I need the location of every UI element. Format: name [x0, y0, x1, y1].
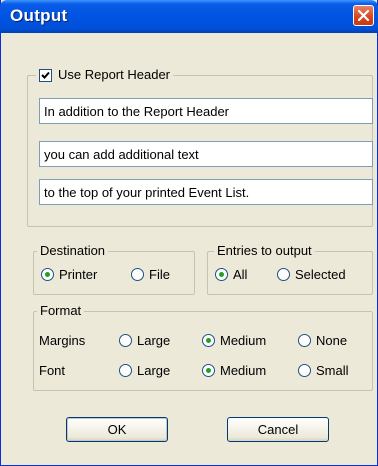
cancel-button[interactable]: Cancel: [227, 417, 329, 442]
margins-label: Margins: [39, 333, 86, 348]
margins-none-label: None: [316, 333, 348, 348]
radio-button[interactable]: [215, 268, 228, 281]
radio-button[interactable]: [131, 268, 144, 281]
header-line-1-input[interactable]: In addition to the Report Header: [39, 98, 373, 124]
font-small-radio[interactable]: Small: [298, 363, 349, 378]
radio-button[interactable]: [277, 268, 290, 281]
output-dialog: Output Use Report Header In addition to …: [0, 0, 378, 466]
destination-printer-label: Printer: [59, 267, 98, 282]
margins-medium-label: Medium: [220, 333, 267, 348]
format-legend: Format: [37, 303, 85, 319]
font-label: Font: [39, 363, 66, 378]
radio-button[interactable]: [41, 268, 54, 281]
checkmark-icon: [41, 71, 50, 79]
radio-button[interactable]: [119, 334, 132, 347]
font-large-label: Large: [137, 363, 171, 378]
header-line-1-value: In addition to the Report Header: [44, 104, 230, 119]
font-small-label: Small: [316, 363, 349, 378]
ok-button[interactable]: OK: [66, 417, 168, 442]
header-line-2-value: you can add additional text: [44, 147, 199, 162]
entries-selected-radio[interactable]: Selected: [277, 267, 346, 282]
font-medium-label: Medium: [220, 363, 267, 378]
radio-button[interactable]: [298, 364, 311, 377]
entries-legend: Entries to output: [214, 243, 315, 259]
format-group: Format: [33, 303, 373, 391]
use-report-header-option[interactable]: Use Report Header: [36, 67, 173, 83]
margins-large-label: Large: [137, 333, 171, 348]
use-report-header-label: Use Report Header: [58, 67, 170, 82]
font-medium-radio[interactable]: Medium: [202, 363, 266, 378]
margins-large-radio[interactable]: Large: [119, 333, 170, 348]
destination-file-label: File: [149, 267, 170, 282]
radio-button[interactable]: [298, 334, 311, 347]
entries-all-label: All: [233, 267, 248, 282]
close-icon: [358, 10, 369, 21]
radio-button[interactable]: [202, 364, 215, 377]
close-button[interactable]: [353, 5, 374, 26]
font-large-radio[interactable]: Large: [119, 363, 170, 378]
title-bar[interactable]: Output: [0, 0, 378, 33]
entries-all-radio[interactable]: All: [215, 267, 247, 282]
entries-selected-label: Selected: [295, 267, 346, 282]
header-line-3-value: to the top of your printed Event List.: [44, 185, 250, 200]
window-title: Output: [10, 6, 68, 25]
destination-legend: Destination: [37, 243, 109, 259]
destination-file-radio[interactable]: File: [131, 267, 170, 282]
destination-printer-radio[interactable]: Printer: [41, 267, 97, 282]
radio-button[interactable]: [202, 334, 215, 347]
margins-medium-radio[interactable]: Medium: [202, 333, 266, 348]
header-line-3-input[interactable]: to the top of your printed Event List.: [39, 179, 373, 205]
margins-none-radio[interactable]: None: [298, 333, 347, 348]
header-line-2-input[interactable]: you can add additional text: [39, 141, 373, 167]
use-report-header-checkbox[interactable]: [39, 68, 52, 82]
radio-button[interactable]: [119, 364, 132, 377]
